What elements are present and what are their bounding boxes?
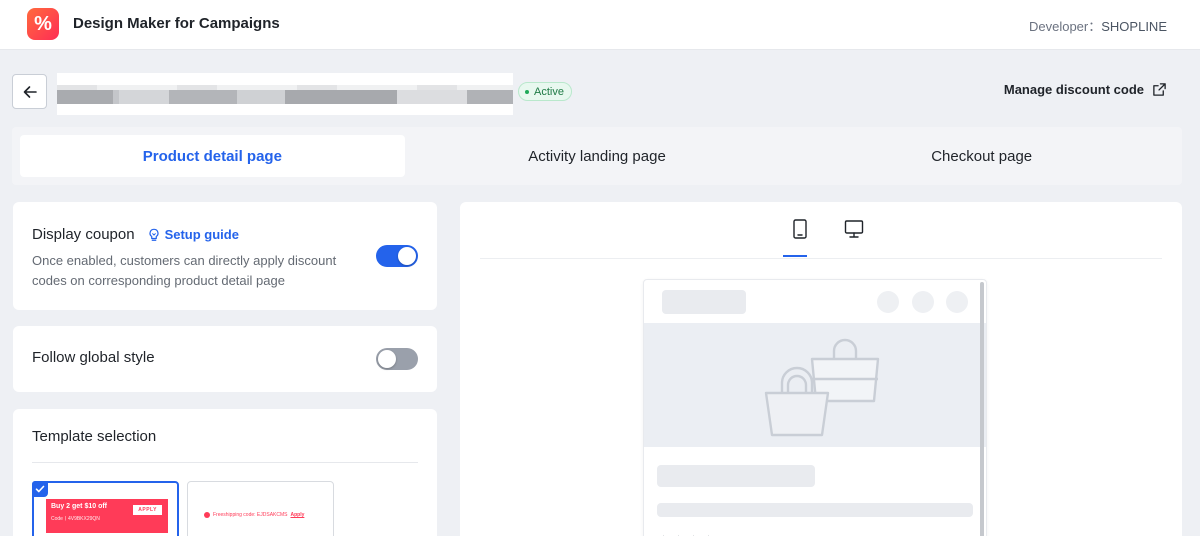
manage-discount-code-label: Manage discount code	[1003, 82, 1144, 97]
app-header: % Design Maker for Campaigns Developer：S…	[0, 0, 1200, 50]
developer-label: Developer：	[1028, 19, 1102, 34]
desktop-preview-button[interactable]	[837, 215, 871, 243]
device-switcher	[783, 215, 871, 243]
arrow-left-icon	[23, 85, 37, 98]
checkmark-icon	[32, 481, 48, 497]
placeholder-product-price	[657, 503, 973, 517]
display-coupon-description: Once enabled, customers can directly app…	[32, 253, 337, 288]
placeholder-logo	[662, 290, 746, 314]
back-button[interactable]	[12, 74, 47, 109]
coupon-code: Code丨4V9BKX29QN	[51, 516, 100, 522]
mobile-preview-frame: ★ ★ ★ ★	[643, 279, 987, 536]
shopping-bag-icon	[764, 338, 880, 437]
toggle-knob	[398, 247, 416, 265]
divider	[32, 462, 418, 463]
coupon-apply-label: Apply	[290, 512, 305, 518]
follow-global-style-title: Follow global style	[32, 349, 155, 366]
placeholder-nav-icon	[877, 291, 899, 313]
page-tabs: Product detail page Activity landing pag…	[12, 127, 1182, 185]
template-option-1[interactable]: Buy 2 get $10 off Code丨4V9BKX29QN APPLY	[32, 481, 179, 536]
template-selection-card: Template selection Buy 2 get $10 off Cod…	[13, 409, 437, 536]
placeholder-nav-icon	[946, 291, 968, 313]
toggle-knob	[378, 350, 396, 368]
lightbulb-icon	[149, 228, 159, 241]
desktop-icon	[844, 220, 864, 238]
coupon-line-preview: Freeshipping code: EJDSAKCMS Apply	[204, 512, 304, 518]
app-logo: %	[27, 8, 59, 40]
display-coupon-toggle[interactable]	[376, 245, 418, 267]
external-link-icon	[1153, 83, 1166, 96]
placeholder-product-title	[657, 465, 815, 487]
display-coupon-header: Display coupon Setup guide	[32, 226, 239, 243]
placeholder-nav-icon	[912, 291, 934, 313]
template-selection-title: Template selection	[32, 428, 157, 445]
display-coupon-card: Display coupon Setup guide Once enabled,…	[13, 202, 437, 310]
mobile-preview-button[interactable]	[783, 215, 817, 243]
discount-icon	[204, 512, 210, 518]
developer-name: SHOPLINE	[1101, 19, 1167, 34]
status-badge: Active	[518, 82, 572, 101]
app-title: Design Maker for Campaigns	[73, 15, 280, 32]
product-image-placeholder	[644, 323, 986, 447]
preview-scrollbar[interactable]	[980, 282, 984, 536]
follow-global-style-card: Follow global style	[13, 326, 437, 392]
active-device-indicator	[783, 255, 807, 257]
tab-product-detail-page[interactable]: Product detail page	[20, 135, 405, 177]
template-option-2[interactable]: Freeshipping code: EJDSAKCMS Apply	[187, 481, 334, 536]
tab-activity-landing-page[interactable]: Activity landing page	[405, 135, 790, 177]
status-label: Active	[534, 85, 564, 98]
coupon-banner-preview: Buy 2 get $10 off Code丨4V9BKX29QN APPLY	[46, 499, 168, 533]
preview-panel: ★ ★ ★ ★	[460, 202, 1182, 536]
mobile-icon	[793, 219, 807, 239]
coupon-text: Freeshipping code: EJDSAKCMS	[213, 512, 288, 518]
tab-checkout-page[interactable]: Checkout page	[789, 135, 1174, 177]
manage-discount-code-link[interactable]: Manage discount code	[1004, 82, 1167, 97]
follow-global-style-toggle[interactable]	[376, 348, 418, 370]
setup-guide-link[interactable]: Setup guide	[147, 227, 239, 242]
status-dot	[525, 89, 529, 94]
campaign-name-redacted	[57, 73, 513, 115]
setup-guide-label: Setup guide	[164, 227, 239, 242]
display-coupon-title: Display coupon	[32, 226, 135, 243]
divider	[480, 258, 1162, 259]
coupon-apply-label: APPLY	[133, 505, 162, 515]
developer-info: Developer：SHOPLINE	[1029, 16, 1167, 35]
